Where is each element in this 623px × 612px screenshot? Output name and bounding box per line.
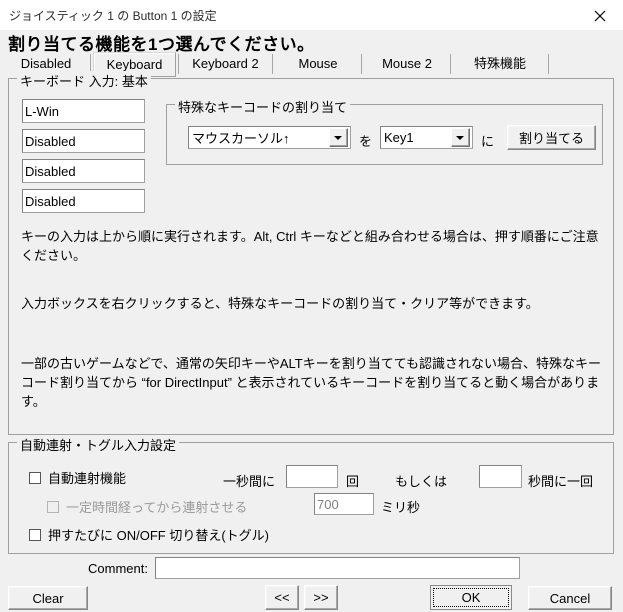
checkbox-icon (29, 528, 41, 541)
note-right-click: 入力ボックスを右クリックすると、特殊なキーコードの割り当て・クリア等ができます。 (21, 296, 539, 311)
tab-separator (178, 54, 179, 74)
tab-keyboard-2[interactable]: Keyboard 2 (182, 52, 269, 75)
clear-button[interactable]: Clear (8, 586, 88, 610)
dialog-body: 割り当てる機能を1つ選んでください。 Disabled Keyboard Key… (0, 30, 623, 612)
particle-wo-label: を (359, 134, 373, 149)
ok-button[interactable]: OK (430, 585, 512, 610)
close-button[interactable] (578, 0, 623, 30)
key-input-2[interactable]: Disabled (22, 129, 145, 153)
tab-separator (450, 54, 451, 74)
checkbox-icon (29, 471, 41, 484)
particle-ni-label: に (481, 134, 495, 149)
note-directinput: 一部の古いゲームなどで、通常の矢印キーやALTキーを割り当てても認識されない場合… (21, 356, 602, 409)
or-label: もしくは (395, 474, 448, 489)
tab-mouse[interactable]: Mouse (278, 52, 358, 75)
tab-mouse-2[interactable]: Mouse 2 (367, 52, 447, 75)
repeats-per-second-input[interactable] (286, 465, 338, 488)
special-keycode-target-select[interactable]: Key1 (380, 126, 473, 149)
window-titlebar: ジョイスティック 1 の Button 1 の設定 (0, 0, 623, 31)
special-keycode-target-value: Key1 (384, 130, 414, 145)
next-button[interactable]: >> (304, 585, 338, 610)
keyboard-input-group: キーボード 入力: 基本 L-Win Disabled Disabled Dis… (8, 71, 614, 435)
tab-special-function[interactable]: 特殊機能 (456, 52, 544, 75)
autorepeat-group-title: 自動連射・トグル入力設定 (17, 435, 180, 454)
special-keycode-group-title: 特殊なキーコードの割り当て (175, 97, 351, 116)
special-keycode-group: 特殊なキーコードの割り当て マウスカーソル↑ を Key1 に 割り当てる (166, 97, 603, 165)
key-input-3[interactable]: Disabled (22, 159, 145, 183)
previous-button[interactable]: << (265, 585, 299, 610)
chevron-down-icon[interactable] (451, 128, 470, 147)
close-icon (594, 10, 606, 22)
ok-button-label: OK (433, 588, 509, 607)
per-second-suffix-label: 回 (346, 474, 360, 489)
autorepeat-delay-checkbox[interactable]: 一定時間経ってから連射させる (47, 497, 247, 516)
special-keycode-source-value: マウスカーソル↑ (192, 131, 290, 146)
assign-button[interactable]: 割り当てる (507, 125, 596, 150)
key-input-4[interactable]: Disabled (22, 189, 145, 213)
special-keycode-source-select[interactable]: マウスカーソル↑ (188, 126, 351, 149)
tab-separator (272, 54, 273, 74)
window-title: ジョイスティック 1 の Button 1 の設定 (9, 9, 217, 23)
seconds-suffix-label: 秒間に一回 (528, 474, 594, 489)
keyboard-input-group-title: キーボード 入力: 基本 (17, 71, 151, 90)
autorepeat-delay-label: 一定時間経ってから連射させる (66, 500, 248, 515)
checkbox-icon (47, 500, 59, 513)
key-input-1[interactable]: L-Win (22, 99, 145, 123)
toggle-mode-checkbox[interactable]: 押すたびに ON/OFF 切り替え(トグル) (29, 525, 269, 544)
autorepeat-enable-checkbox[interactable]: 自動連射機能 (29, 468, 126, 487)
chevron-down-icon[interactable] (329, 128, 348, 147)
comment-label: Comment: (88, 561, 148, 576)
tab-separator (548, 54, 549, 74)
autorepeat-enable-label: 自動連射機能 (48, 471, 127, 486)
cancel-button[interactable]: Cancel (528, 586, 612, 610)
delay-unit-label: ミリ秒 (381, 500, 421, 515)
seconds-per-repeat-input[interactable] (479, 465, 522, 488)
toggle-mode-label: 押すたびに ON/OFF 切り替え(トグル) (48, 528, 269, 543)
comment-input[interactable] (155, 557, 520, 579)
autorepeat-toggle-group: 自動連射・トグル入力設定 自動連射機能 一秒間に 回 もしくは 秒間に一回 一定… (8, 435, 614, 554)
note-key-order: キーの入力は上から順に実行されます。Alt, Ctrl キーなどと組み合わせる場… (21, 229, 599, 263)
autorepeat-delay-input[interactable]: 700 (314, 493, 374, 515)
tab-separator (361, 54, 362, 74)
per-second-prefix-label: 一秒間に (223, 474, 276, 489)
